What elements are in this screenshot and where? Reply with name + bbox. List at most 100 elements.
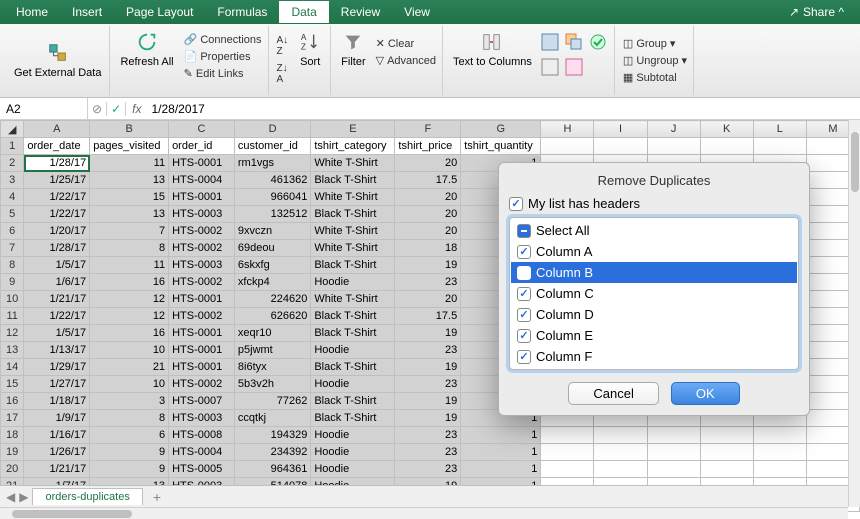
row-header-8[interactable]: 8: [1, 257, 24, 274]
cell[interactable]: [753, 138, 806, 155]
cell[interactable]: Black T-Shirt: [311, 410, 395, 427]
has-headers-checkbox[interactable]: My list has headers: [509, 196, 799, 211]
edit-links-button[interactable]: ✎Edit Links: [182, 66, 264, 81]
cell[interactable]: 20: [395, 206, 461, 223]
cell[interactable]: 1/13/17: [24, 342, 90, 359]
cell[interactable]: [700, 444, 753, 461]
cell[interactable]: 9: [90, 444, 169, 461]
cell[interactable]: [647, 138, 700, 155]
cell[interactable]: 18: [395, 240, 461, 257]
row-header-4[interactable]: 4: [1, 189, 24, 206]
column-option[interactable]: Column B: [511, 262, 797, 283]
cell[interactable]: [594, 444, 647, 461]
tab-formulas[interactable]: Formulas: [205, 1, 279, 23]
column-option[interactable]: Column D: [511, 304, 797, 325]
cell[interactable]: 1: [461, 444, 541, 461]
row-header-12[interactable]: 12: [1, 325, 24, 342]
cell[interactable]: 461362: [234, 172, 310, 189]
cell[interactable]: order_id: [169, 138, 235, 155]
row-header-13[interactable]: 13: [1, 342, 24, 359]
cell[interactable]: 17.5: [395, 172, 461, 189]
cell[interactable]: 5b3v2h: [234, 376, 310, 393]
cell[interactable]: 20: [395, 189, 461, 206]
refresh-all-button[interactable]: Refresh All: [116, 28, 177, 70]
cell[interactable]: 1/21/17: [24, 291, 90, 308]
cell[interactable]: [700, 461, 753, 478]
formula-input[interactable]: 1/28/2017: [147, 102, 208, 116]
cell[interactable]: 77262: [234, 393, 310, 410]
cell[interactable]: 9: [90, 461, 169, 478]
cell[interactable]: tshirt_quantity: [461, 138, 541, 155]
cell[interactable]: 1/16/17: [24, 427, 90, 444]
column-option[interactable]: Column A: [511, 241, 797, 262]
col-header-D[interactable]: D: [234, 121, 310, 138]
cell[interactable]: Hoodie: [311, 274, 395, 291]
cell[interactable]: HTS-0004: [169, 444, 235, 461]
cell[interactable]: 1/28/17: [24, 155, 90, 172]
column-option[interactable]: Column F: [511, 346, 797, 367]
cell[interactable]: 10: [90, 342, 169, 359]
cell[interactable]: 1: [461, 461, 541, 478]
cell[interactable]: 13: [90, 206, 169, 223]
cell[interactable]: 132512: [234, 206, 310, 223]
cell[interactable]: HTS-0001: [169, 342, 235, 359]
cell[interactable]: 19: [395, 325, 461, 342]
sheet-nav-prev[interactable]: ◀: [6, 490, 15, 504]
cell[interactable]: Black T-Shirt: [311, 359, 395, 376]
col-header-E[interactable]: E: [311, 121, 395, 138]
cell[interactable]: Black T-Shirt: [311, 308, 395, 325]
cell[interactable]: [541, 138, 594, 155]
cell[interactable]: 20: [395, 291, 461, 308]
row-header-2[interactable]: 2: [1, 155, 24, 172]
text-to-columns-button[interactable]: Text to Columns: [449, 28, 536, 70]
cell[interactable]: Hoodie: [311, 461, 395, 478]
row-header-9[interactable]: 9: [1, 274, 24, 291]
row-header-1[interactable]: 1: [1, 138, 24, 155]
cell[interactable]: Hoodie: [311, 444, 395, 461]
cell[interactable]: 1/5/17: [24, 325, 90, 342]
cell[interactable]: 23: [395, 461, 461, 478]
cell[interactable]: xeqr10: [234, 325, 310, 342]
col-header-L[interactable]: L: [753, 121, 806, 138]
cell[interactable]: HTS-0002: [169, 240, 235, 257]
cell[interactable]: 23: [395, 342, 461, 359]
cell[interactable]: 224620: [234, 291, 310, 308]
select-all-corner[interactable]: ◢: [1, 121, 24, 138]
cell[interactable]: 8: [90, 240, 169, 257]
row-header-17[interactable]: 17: [1, 410, 24, 427]
cell[interactable]: 1/27/17: [24, 376, 90, 393]
tab-view[interactable]: View: [392, 1, 442, 23]
get-external-data-button[interactable]: Get External Data: [10, 39, 105, 81]
sheet-nav-next[interactable]: ▶: [19, 490, 28, 504]
cell[interactable]: Black T-Shirt: [311, 172, 395, 189]
remove-duplicates-button[interactable]: [564, 32, 586, 55]
name-box[interactable]: A2: [0, 98, 88, 119]
cell[interactable]: 13: [90, 172, 169, 189]
cell[interactable]: [700, 138, 753, 155]
col-header-C[interactable]: C: [169, 121, 235, 138]
cell[interactable]: 1/22/17: [24, 189, 90, 206]
cell[interactable]: HTS-0003: [169, 206, 235, 223]
cell[interactable]: [647, 427, 700, 444]
cell[interactable]: 626620: [234, 308, 310, 325]
cell[interactable]: 1/22/17: [24, 206, 90, 223]
row-header-5[interactable]: 5: [1, 206, 24, 223]
row-header-18[interactable]: 18: [1, 427, 24, 444]
consolidate-button[interactable]: [540, 57, 562, 80]
cell[interactable]: HTS-0002: [169, 223, 235, 240]
cell[interactable]: 15: [90, 189, 169, 206]
cell[interactable]: HTS-0001: [169, 359, 235, 376]
cell[interactable]: [753, 444, 806, 461]
cell[interactable]: 966041: [234, 189, 310, 206]
cell[interactable]: HTS-0007: [169, 393, 235, 410]
cell[interactable]: 19: [395, 393, 461, 410]
cell[interactable]: HTS-0004: [169, 172, 235, 189]
cell[interactable]: HTS-0002: [169, 274, 235, 291]
cell[interactable]: 1/9/17: [24, 410, 90, 427]
row-header-10[interactable]: 10: [1, 291, 24, 308]
col-header-K[interactable]: K: [700, 121, 753, 138]
cell[interactable]: [541, 444, 594, 461]
cell[interactable]: 1/5/17: [24, 257, 90, 274]
cell[interactable]: 7: [90, 223, 169, 240]
cell[interactable]: 6: [90, 427, 169, 444]
